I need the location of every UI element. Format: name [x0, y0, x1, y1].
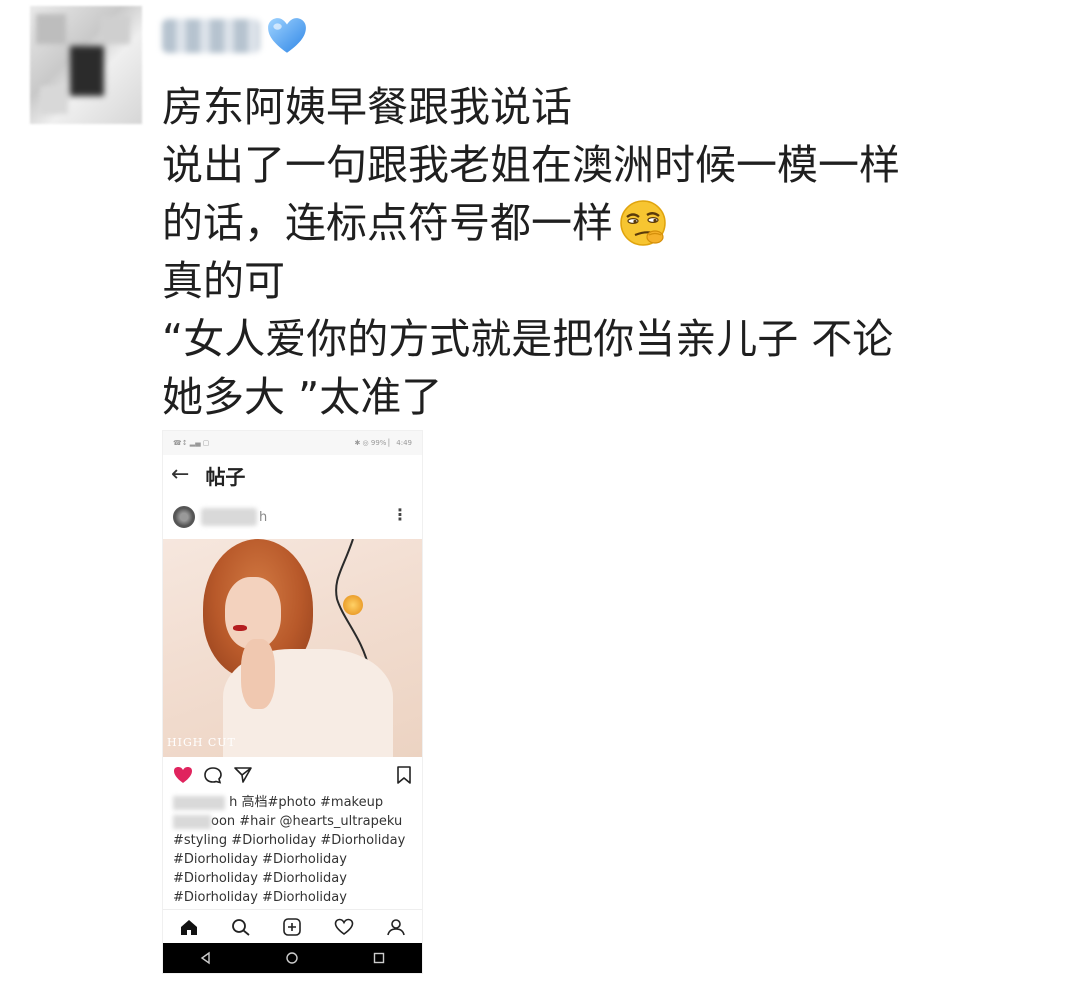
post-line: 她多大 ”太准了	[162, 373, 443, 421]
status-bar: ☎↕ ▂▄ ▢ ✱ ◎ 99% ▏ 4:49	[163, 431, 422, 455]
screenshot-avatar[interactable]	[173, 506, 195, 528]
photo-lamp	[343, 595, 363, 615]
caption-line: h 高档#photo #makeup	[173, 793, 412, 812]
caption-mention-blurred[interactable]	[173, 814, 211, 829]
caption-username-blurred[interactable]	[173, 795, 225, 810]
post-caption: h 高档#photo #makeup oon #hair @hearts_ult…	[163, 793, 422, 907]
screenshot-title: 帖子	[205, 464, 246, 489]
home-icon[interactable]	[179, 918, 199, 936]
post-photo[interactable]: HIGH CUT	[163, 539, 422, 757]
photo-watermark: HIGH CUT	[167, 736, 236, 749]
heart-filled-icon[interactable]	[173, 766, 193, 784]
caption-line: oon #hair @hearts_ultrapeku	[173, 812, 412, 831]
photo-lips	[233, 625, 247, 631]
add-icon[interactable]	[282, 918, 302, 936]
photo-hand	[241, 639, 275, 709]
post-body: 房东阿姨早餐跟我说话 说出了一句跟我老姐在澳洲时候一模一样 的话，连标点符号都一…	[162, 78, 900, 426]
blue-heart-icon	[268, 18, 306, 53]
caption-line: #Diorholiday #Diorholiday	[173, 890, 347, 905]
caption-text: h 高档#photo #makeup	[229, 795, 384, 810]
post-line: “女人爱你的方式就是把你当亲儿子 不论	[162, 315, 894, 363]
status-left: ☎↕ ▂▄ ▢	[173, 439, 210, 447]
recents-square-icon[interactable]	[372, 951, 386, 965]
arrow-left-icon[interactable]: ←	[171, 464, 189, 486]
caption-line: #styling #Diorholiday #Diorholiday	[173, 833, 406, 848]
home-circle-icon[interactable]	[285, 951, 299, 965]
post-line: 真的可	[162, 257, 285, 305]
screenshot-header: ← 帖子	[163, 455, 422, 495]
share-icon[interactable]	[233, 766, 253, 784]
post-line-text: 的话，连标点符号都一样	[162, 199, 613, 247]
caption-line: #Diorholiday #Diorholiday	[173, 871, 347, 886]
post-actions	[163, 757, 422, 793]
screenshot-username-blurred[interactable]	[201, 508, 257, 526]
profile-icon[interactable]	[386, 918, 406, 936]
back-triangle-icon[interactable]	[199, 951, 213, 965]
comment-icon[interactable]	[203, 766, 223, 784]
avatar[interactable]	[30, 6, 142, 124]
smirk-emoji-icon	[620, 200, 666, 246]
post-line: 房东阿姨早餐跟我说话	[162, 83, 572, 131]
caption-text: oon #hair @hearts_ultrapeku	[211, 814, 403, 829]
heart-icon[interactable]	[334, 918, 354, 936]
status-right: ✱ ◎ 99% ▏ 4:49	[354, 439, 412, 447]
screenshot-user-row: h ⋮	[163, 495, 422, 539]
username-blurred[interactable]	[162, 19, 260, 53]
post-line-with-emoji: 的话，连标点符号都一样	[162, 194, 900, 252]
more-vertical-icon[interactable]: ⋮	[392, 507, 408, 523]
bookmark-icon[interactable]	[396, 766, 412, 784]
screenshot-username-suffix: h	[259, 509, 268, 525]
username[interactable]	[162, 16, 308, 56]
screenshot-bottom-nav	[163, 909, 422, 944]
caption-line: #Diorholiday #Diorholiday	[173, 852, 347, 867]
search-icon[interactable]	[231, 918, 251, 936]
post-line: 说出了一句跟我老姐在澳洲时候一模一样	[162, 141, 900, 189]
attached-screenshot[interactable]: ☎↕ ▂▄ ▢ ✱ ◎ 99% ▏ 4:49 ← 帖子 h ⋮ HIGH CUT	[162, 430, 423, 974]
system-nav-bar	[163, 943, 422, 973]
